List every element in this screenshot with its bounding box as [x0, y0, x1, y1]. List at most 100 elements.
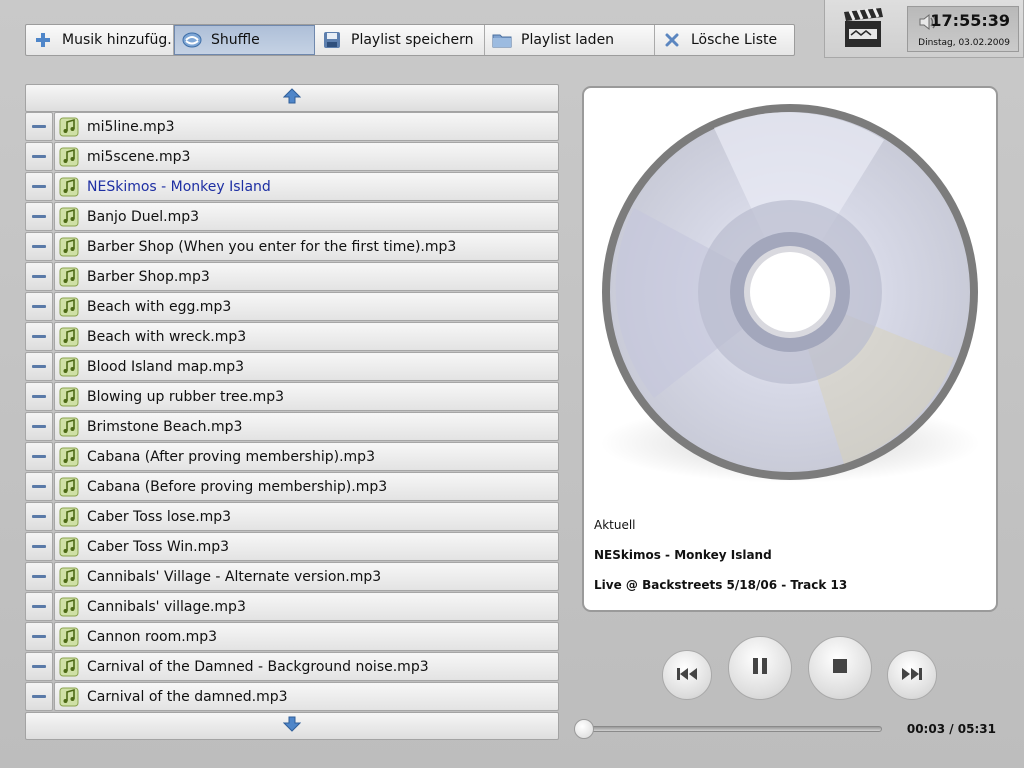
playlist-row: Carnival of the Damned - Background nois… [25, 652, 559, 682]
track-item[interactable]: Blowing up rubber tree.mp3 [54, 382, 559, 411]
minus-icon [32, 575, 46, 578]
track-item[interactable]: Banjo Duel.mp3 [54, 202, 559, 231]
remove-track-button[interactable] [25, 202, 53, 231]
cd-disc-icon [594, 98, 986, 502]
track-item[interactable]: Brimstone Beach.mp3 [54, 412, 559, 441]
remove-track-button[interactable] [25, 262, 53, 291]
folder-icon [491, 29, 513, 51]
track-item[interactable]: Blood Island map.mp3 [54, 352, 559, 381]
music-note-icon [59, 177, 79, 197]
clapperboard-icon[interactable] [841, 5, 885, 51]
remove-track-button[interactable] [25, 112, 53, 141]
music-note-icon [59, 297, 79, 317]
track-name: Caber Toss Win.mp3 [87, 538, 230, 555]
arrow-up-icon [282, 88, 302, 108]
track-name: NESkimos - Monkey Island [87, 178, 271, 195]
track-item[interactable]: Cannibals' Village - Alternate version.m… [54, 562, 559, 591]
track-item[interactable]: Beach with wreck.mp3 [54, 322, 559, 351]
playlist-row: Barber Shop (When you enter for the firs… [25, 232, 559, 262]
minus-icon [32, 125, 46, 128]
playlist-row: Cannon room.mp3 [25, 622, 559, 652]
remove-track-button[interactable] [25, 592, 53, 621]
clock-panel: 17:55:39 Dinstag, 03.02.2009 [824, 0, 1024, 58]
remove-track-button[interactable] [25, 412, 53, 441]
shuffle-button[interactable]: Shuffle [174, 25, 315, 55]
music-note-icon [59, 627, 79, 647]
track-item[interactable]: Carnival of the damned.mp3 [54, 682, 559, 711]
playlist-row: Beach with wreck.mp3 [25, 322, 559, 352]
track-item[interactable]: Beach with egg.mp3 [54, 292, 559, 321]
plus-icon [32, 29, 54, 51]
minus-icon [32, 605, 46, 608]
track-item[interactable]: Caber Toss Win.mp3 [54, 532, 559, 561]
remove-track-button[interactable] [25, 322, 53, 351]
playlist-row: Cannibals' Village - Alternate version.m… [25, 562, 559, 592]
remove-track-button[interactable] [25, 622, 53, 651]
minus-icon [32, 335, 46, 338]
seek-handle[interactable] [573, 719, 594, 739]
remove-track-button[interactable] [25, 442, 53, 471]
clear-list-button[interactable]: Lösche Liste [655, 25, 794, 55]
track-name: Blood Island map.mp3 [87, 358, 245, 375]
remove-track-button[interactable] [25, 352, 53, 381]
playlist-row: Carnival of the damned.mp3 [25, 682, 559, 712]
previous-button[interactable] [662, 650, 712, 700]
track-item[interactable]: Cannibals' village.mp3 [54, 592, 559, 621]
remove-track-button[interactable] [25, 382, 53, 411]
music-note-icon [59, 237, 79, 257]
scroll-down-button[interactable] [25, 712, 559, 740]
playlist-row: NESkimos - Monkey Island [25, 172, 559, 202]
remove-track-button[interactable] [25, 502, 53, 531]
pause-button[interactable] [728, 636, 792, 700]
minus-icon [32, 425, 46, 428]
playlist-row: Caber Toss Win.mp3 [25, 532, 559, 562]
track-item[interactable]: NESkimos - Monkey Island [54, 172, 559, 201]
stop-button[interactable] [808, 636, 872, 700]
music-note-icon [59, 327, 79, 347]
playlist-rows: mi5line.mp3 mi5scene.mp3 NESkimos - Monkey… [25, 112, 559, 712]
track-item[interactable]: Cannon room.mp3 [54, 622, 559, 651]
remove-track-button[interactable] [25, 562, 53, 591]
music-note-icon [59, 417, 79, 437]
playlist-row: Beach with egg.mp3 [25, 292, 559, 322]
playlist-row: Cabana (Before proving membership).mp3 [25, 472, 559, 502]
remove-track-button[interactable] [25, 172, 53, 201]
music-note-icon [59, 597, 79, 617]
track-item[interactable]: mi5line.mp3 [54, 112, 559, 141]
save-playlist-button[interactable]: Playlist speichern [315, 25, 485, 55]
seek-bar[interactable] [580, 726, 882, 732]
arrow-down-icon [282, 716, 302, 736]
scroll-up-button[interactable] [25, 84, 559, 112]
next-button[interactable] [887, 650, 937, 700]
remove-track-button[interactable] [25, 142, 53, 171]
playlist-row: mi5line.mp3 [25, 112, 559, 142]
load-playlist-button[interactable]: Playlist laden [485, 25, 655, 55]
stop-icon [832, 658, 848, 678]
floppy-disk-icon [321, 29, 343, 51]
track-item[interactable]: Cabana (After proving membership).mp3 [54, 442, 559, 471]
remove-track-button[interactable] [25, 472, 53, 501]
track-item[interactable]: Caber Toss lose.mp3 [54, 502, 559, 531]
remove-track-button[interactable] [25, 532, 53, 561]
track-item[interactable]: Carnival of the Damned - Background nois… [54, 652, 559, 681]
track-item[interactable]: Cabana (Before proving membership).mp3 [54, 472, 559, 501]
add-music-button[interactable]: Musik hinzufüg.. [26, 25, 174, 55]
track-item[interactable]: Barber Shop (When you enter for the firs… [54, 232, 559, 261]
track-item[interactable]: Barber Shop.mp3 [54, 262, 559, 291]
now-playing-label: Aktuell [594, 518, 636, 532]
track-item[interactable]: mi5scene.mp3 [54, 142, 559, 171]
remove-track-button[interactable] [25, 292, 53, 321]
track-name: Carnival of the damned.mp3 [87, 688, 288, 705]
now-playing-card: Aktuell NESkimos - Monkey Island Live @ … [582, 86, 998, 612]
remove-track-button[interactable] [25, 652, 53, 681]
music-note-icon [59, 687, 79, 707]
previous-icon [676, 666, 698, 685]
clock-date: Dinstag, 03.02.2009 [918, 38, 1010, 48]
track-name: Barber Shop (When you enter for the firs… [87, 238, 457, 255]
music-note-icon [59, 477, 79, 497]
remove-track-button[interactable] [25, 232, 53, 261]
minus-icon [32, 515, 46, 518]
music-note-icon [59, 357, 79, 377]
remove-track-button[interactable] [25, 682, 53, 711]
minus-icon [32, 245, 46, 248]
